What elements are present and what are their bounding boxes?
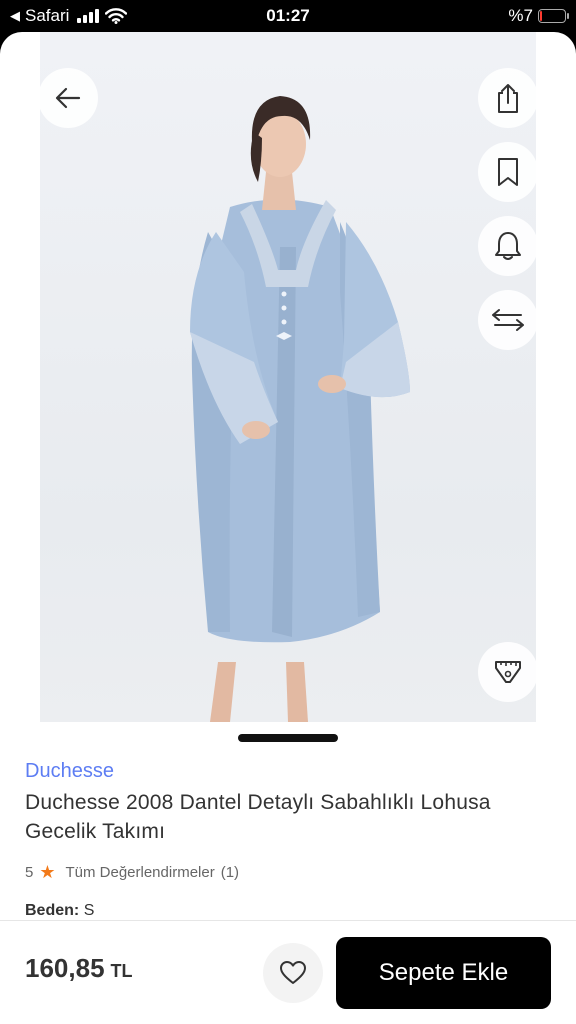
price-amount: 160,85: [25, 953, 105, 983]
brand-link[interactable]: Duchesse: [25, 760, 114, 783]
price-alert-button[interactable]: [478, 216, 538, 276]
rating-row[interactable]: 5 ★ Tüm Değerlendirmeler (1): [25, 862, 239, 883]
battery-percent: %7: [508, 6, 533, 25]
size-label: Beden:: [25, 902, 80, 919]
size-value: S: [83, 902, 95, 919]
tape-measure-icon: [495, 661, 521, 683]
star-icon: ★: [39, 862, 56, 882]
product-page: Duchesse Duchesse 2008 Dantel Detaylı Sa…: [0, 32, 576, 1024]
price: 160,85 TL: [25, 953, 133, 984]
battery-icon: [538, 9, 569, 23]
heart-icon: [280, 961, 306, 984]
arrow-left-icon: [55, 87, 81, 109]
size-guide-button[interactable]: [478, 642, 538, 702]
status-time: 01:27: [266, 6, 310, 25]
bottom-purchase-bar: 160,85 TL Sepete Ekle: [0, 920, 576, 1024]
share-button[interactable]: [478, 68, 538, 128]
share-icon: [498, 84, 518, 113]
drag-handle[interactable]: [238, 734, 338, 742]
back-button[interactable]: [38, 68, 98, 128]
add-to-cart-button[interactable]: Sepete Ekle: [336, 937, 551, 1009]
status-right: %7: [508, 6, 569, 26]
bookmark-icon: [498, 158, 518, 186]
product-title: Duchesse 2008 Dantel Detaylı Sabahlıklı …: [25, 791, 491, 843]
price-currency: TL: [110, 961, 133, 981]
favorite-button[interactable]: [263, 943, 323, 1003]
bookmark-button[interactable]: [478, 142, 538, 202]
reviews-link[interactable]: Tüm Değerlendirmeler: [65, 864, 214, 881]
product-info-panel: Duchesse Duchesse 2008 Dantel Detaylı Sa…: [0, 722, 576, 932]
product-image[interactable]: [40, 32, 536, 732]
product-photo-illustration: [190, 96, 410, 722]
status-bar: ◀ Safari 01:27 %7: [0, 0, 576, 32]
size-row[interactable]: Beden: S: [25, 902, 94, 920]
rating-value: 5: [25, 864, 34, 881]
compare-button[interactable]: [478, 290, 538, 350]
bell-icon: [495, 232, 521, 260]
compare-arrows-icon: [492, 309, 524, 331]
reviews-count: (1): [220, 864, 240, 881]
battery-level: [540, 11, 542, 21]
